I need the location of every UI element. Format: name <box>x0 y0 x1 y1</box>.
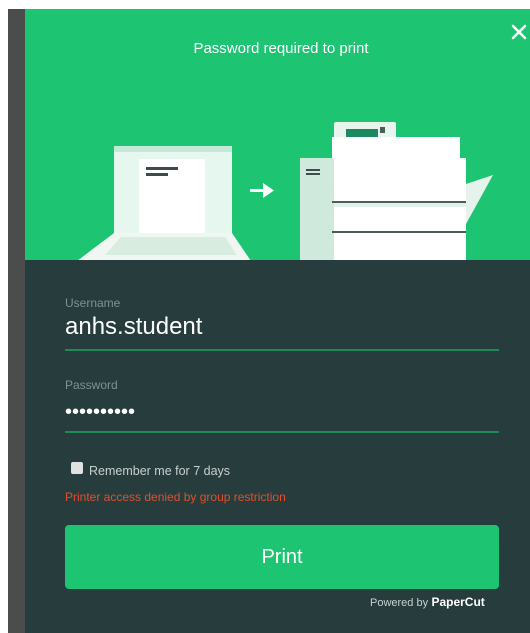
username-field[interactable]: anhs.student <box>65 313 202 341</box>
remember-me-checkbox[interactable] <box>71 462 83 474</box>
printer-icon <box>300 122 493 260</box>
print-auth-dialog: Password required to print Username anhs… <box>25 9 530 633</box>
print-button[interactable]: Print <box>65 525 499 589</box>
dialog-header: Password required to print <box>25 9 530 260</box>
password-underline <box>65 431 499 433</box>
password-label: Password <box>65 378 118 392</box>
close-icon[interactable] <box>509 21 529 43</box>
dialog-title: Password required to print <box>193 40 369 57</box>
username-label: Username <box>65 296 121 310</box>
username-underline <box>65 349 499 351</box>
arrow-right-icon <box>250 183 274 198</box>
error-message: Printer access denied by group restricti… <box>65 490 286 504</box>
powered-by-text: Powered by <box>370 597 429 609</box>
remember-me-label[interactable]: Remember me for 7 days <box>89 464 230 478</box>
powered-by-footer: Powered by PaperCut <box>370 595 485 609</box>
password-field[interactable]: •••••••••• <box>65 401 135 424</box>
laptop-icon <box>78 146 251 260</box>
screen: Password required to print Username anhs… <box>0 0 530 633</box>
papercut-logo: PaperCut <box>431 595 485 609</box>
window-edge-strip <box>8 9 25 633</box>
